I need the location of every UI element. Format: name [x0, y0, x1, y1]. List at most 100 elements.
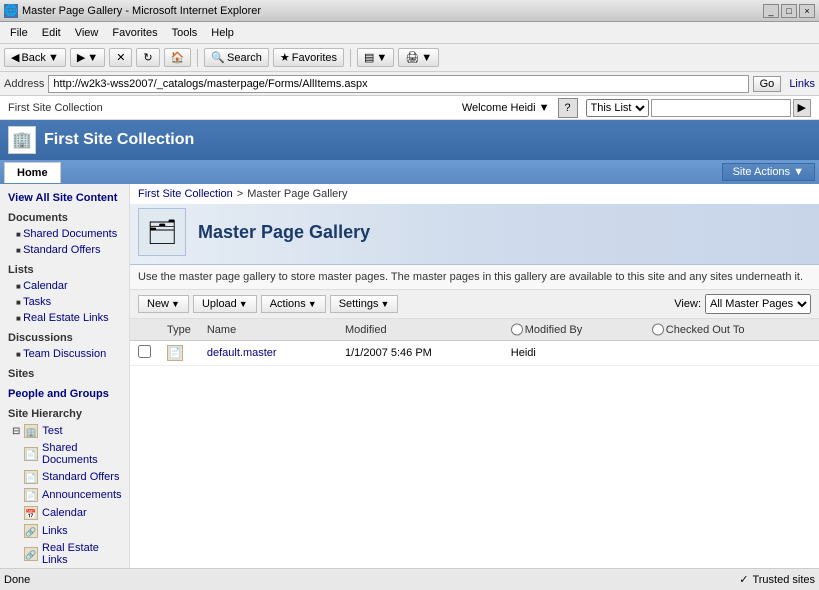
menu-edit[interactable]: Edit: [36, 25, 67, 41]
logo-icon: 🏢: [12, 130, 32, 150]
file-name-link[interactable]: default.master: [207, 347, 277, 359]
window-title: Master Page Gallery - Microsoft Internet…: [22, 5, 261, 17]
site-actions-button[interactable]: Site Actions ▼: [722, 163, 815, 181]
page-title-icon: 🗂: [138, 208, 186, 256]
ie-toolbar: ◀ Back ▼ ▶ ▼ ✕ ↻ 🏠 🔍 Search ★ Favorites …: [0, 44, 819, 72]
sidebar-item-team-discussion[interactable]: Team Discussion: [0, 346, 129, 362]
welcome-text[interactable]: Welcome Heidi ▼: [462, 102, 550, 114]
close-button[interactable]: ×: [799, 4, 815, 18]
sidebar-item-standard-offers[interactable]: Standard Offers: [0, 242, 129, 258]
home-tab[interactable]: Home: [4, 162, 61, 183]
hierarchy-standard-offers[interactable]: 📄 Standard Offers: [0, 468, 129, 486]
hierarchy-shared-docs[interactable]: 📄 Shared Documents: [0, 440, 129, 468]
actions-arrow: ▼: [308, 299, 317, 309]
menu-file[interactable]: File: [4, 25, 34, 41]
row-type-cell: 📄: [159, 341, 199, 366]
breadcrumb-current: Master Page Gallery: [247, 188, 347, 200]
view-all-content-link[interactable]: View All Site Content: [0, 188, 129, 206]
breadcrumb: First Site Collection > Master Page Gall…: [130, 184, 819, 204]
site-title-area: 🏢 First Site Collection: [8, 126, 194, 154]
menu-favorites[interactable]: Favorites: [106, 25, 163, 41]
print-arrow: ▼: [421, 52, 432, 64]
col-modified-by: Modified By: [503, 319, 644, 341]
settings-button[interactable]: Settings ▼: [330, 295, 399, 313]
sp-top-search: This List ▶: [586, 99, 811, 117]
refresh-icon: ↻: [143, 51, 152, 64]
tools-ie-button[interactable]: ▤ ▼: [357, 48, 394, 67]
search-ie-button[interactable]: 🔍 Search: [204, 48, 269, 67]
trusted-sites-icon: ✓: [739, 573, 748, 586]
home-ie-button[interactable]: 🏠: [164, 48, 192, 67]
sidebar-item-tasks[interactable]: Tasks: [0, 294, 129, 310]
restore-button[interactable]: □: [781, 4, 797, 18]
back-arrow: ▼: [48, 52, 59, 64]
menu-tools[interactable]: Tools: [166, 25, 204, 41]
site-title-text[interactable]: First Site Collection: [44, 131, 194, 149]
table-row: 📄 default.master 1/1/2007 5:46 PM Heidi: [130, 341, 819, 366]
sp-top-site-name: First Site Collection: [8, 102, 103, 114]
list-icon: 📄: [24, 470, 38, 484]
upload-arrow: ▼: [239, 299, 248, 309]
hierarchy-links[interactable]: 🔗 Links: [0, 522, 129, 540]
sidebar-item-real-estate-links[interactable]: Real Estate Links: [0, 310, 129, 326]
ie-icon: 🌐: [4, 4, 18, 18]
sp-nav-bar: Home Site Actions ▼: [0, 160, 819, 184]
new-button[interactable]: New ▼: [138, 295, 189, 313]
col-checked-out-to: Checked Out To: [644, 319, 819, 341]
list-toolbar: New ▼ Upload ▼ Actions ▼ Settings ▼ View…: [130, 290, 819, 319]
favorites-button[interactable]: ★ Favorites: [273, 48, 344, 67]
menu-bar: File Edit View Favorites Tools Help: [0, 22, 819, 44]
hierarchy-calendar[interactable]: 📅 Calendar: [0, 504, 129, 522]
site-logo: 🏢: [8, 126, 36, 154]
info-bar: Use the master page gallery to store mas…: [130, 265, 819, 290]
checked-out-radio[interactable]: [652, 323, 664, 336]
discussions-section-title: Discussions: [0, 326, 129, 346]
forward-button[interactable]: ▶ ▼: [70, 48, 105, 67]
forward-arrow: ▼: [87, 52, 98, 64]
help-icon-button[interactable]: ?: [558, 98, 578, 118]
view-select[interactable]: All Master Pages: [705, 294, 811, 314]
trusted-sites: ✓ Trusted sites: [739, 573, 815, 586]
modified-by-radio[interactable]: [511, 323, 523, 336]
lists-section-title: Lists: [0, 258, 129, 278]
page-description: Use the master page gallery to store mas…: [138, 271, 803, 283]
menu-view[interactable]: View: [69, 25, 105, 41]
col-modified[interactable]: Modified: [337, 319, 503, 341]
sidebar-item-shared-docs[interactable]: Shared Documents: [0, 226, 129, 242]
row-name-cell[interactable]: default.master: [199, 341, 337, 366]
toolbar-separator-1: [197, 49, 198, 67]
toolbar-separator-2: [350, 49, 351, 67]
col-name[interactable]: Name: [199, 319, 337, 341]
actions-button[interactable]: Actions ▼: [261, 295, 326, 313]
links-label[interactable]: Links: [789, 78, 815, 90]
people-groups-title[interactable]: People and Groups: [0, 382, 129, 402]
list-icon: 📄: [24, 488, 38, 502]
sp-top-search-input[interactable]: [651, 99, 791, 117]
sp-sidebar: View All Site Content Documents Shared D…: [0, 184, 130, 568]
hierarchy-announcements[interactable]: 📄 Announcements: [0, 486, 129, 504]
back-button[interactable]: ◀ Back ▼: [4, 48, 66, 67]
row-checkbox[interactable]: [138, 345, 151, 358]
hierarchy-root[interactable]: ⊟ 🏢 Test: [0, 422, 129, 440]
sidebar-item-calendar[interactable]: Calendar: [0, 278, 129, 294]
address-input[interactable]: [48, 75, 748, 93]
list-toolbar-left: New ▼ Upload ▼ Actions ▼ Settings ▼: [138, 295, 398, 313]
breadcrumb-home-link[interactable]: First Site Collection: [138, 188, 233, 200]
print-button[interactable]: 🖨 ▼: [398, 48, 439, 67]
menu-help[interactable]: Help: [205, 25, 240, 41]
upload-button[interactable]: Upload ▼: [193, 295, 257, 313]
file-type-icon: 📄: [167, 345, 183, 361]
stop-button[interactable]: ✕: [109, 48, 132, 67]
go-button[interactable]: Go: [753, 76, 782, 92]
site-icon: 🏢: [24, 424, 38, 438]
minimize-button[interactable]: _: [763, 4, 779, 18]
col-radio: [130, 319, 159, 341]
this-list-select[interactable]: This List: [586, 99, 649, 117]
row-modified-cell: 1/1/2007 5:46 PM: [337, 341, 503, 366]
status-bar: Done ✓ Trusted sites: [0, 568, 819, 590]
hierarchy-real-estate-links[interactable]: 🔗 Real Estate Links: [0, 540, 129, 568]
sp-top-search-button[interactable]: ▶: [793, 99, 811, 117]
back-icon: ◀: [11, 51, 19, 64]
table-header-row: Type Name Modified Modified By Checked O…: [130, 319, 819, 341]
refresh-button[interactable]: ↻: [136, 48, 159, 67]
